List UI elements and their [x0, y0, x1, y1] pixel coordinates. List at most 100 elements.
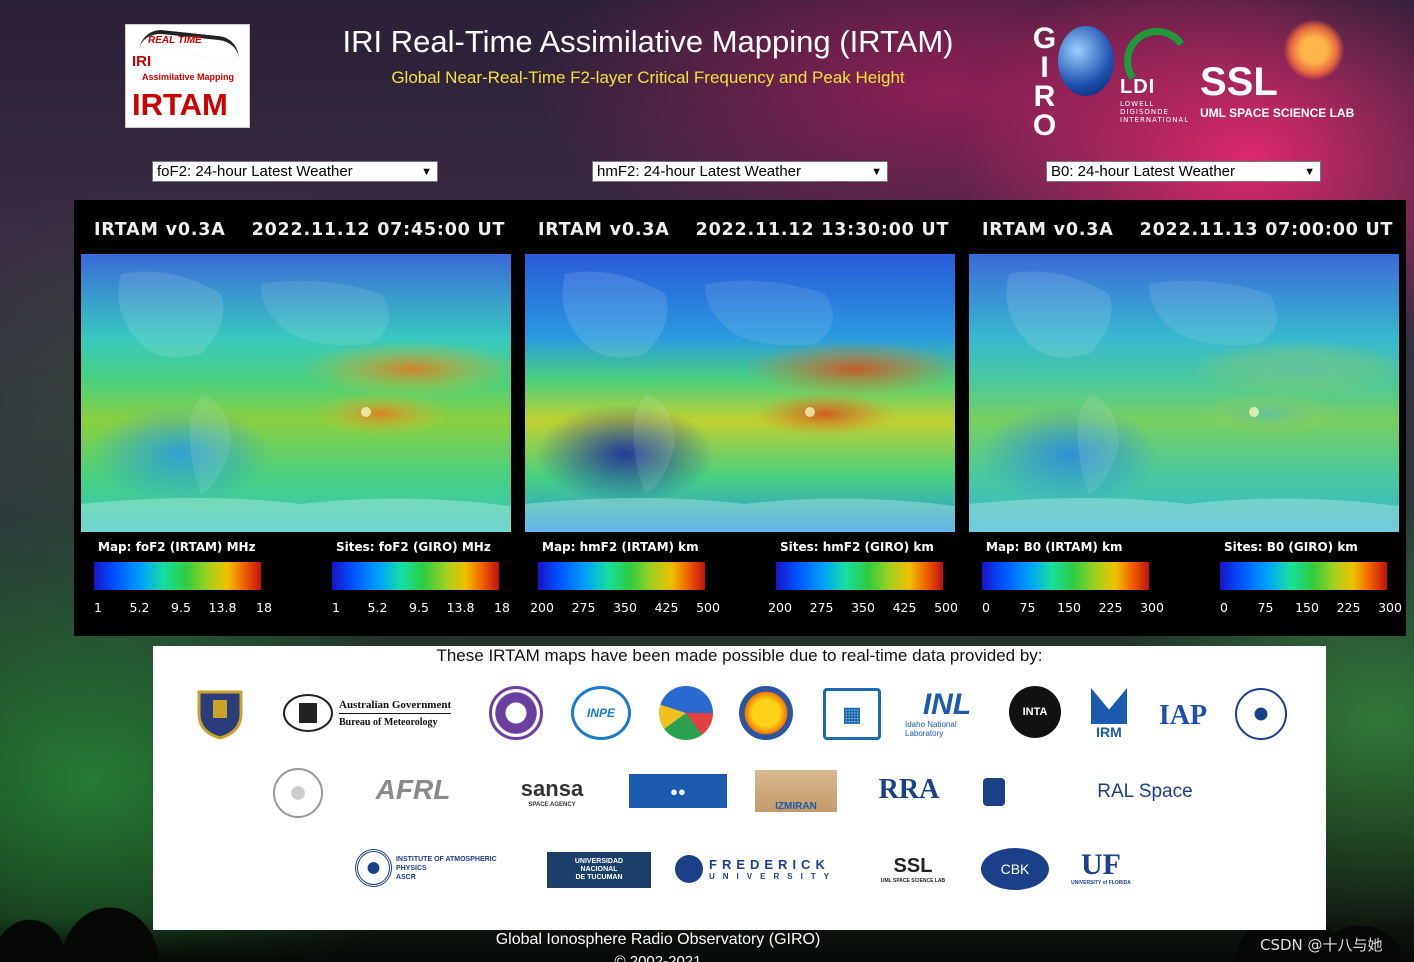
- afws-logo[interactable]: [193, 686, 247, 740]
- b0-select[interactable]: B0: 24-hour Latest Weather ▼: [1046, 161, 1321, 182]
- iap-ascr-logo[interactable]: INSTITUTE OF ATMOSPHERIC PHYSICS ASCR: [355, 848, 525, 888]
- footer-title: Global Ionosphere Radio Observatory (GIR…: [495, 931, 821, 948]
- tromso-university-logo[interactable]: [1235, 688, 1287, 740]
- ldi-logo-text: LDI: [1120, 76, 1156, 98]
- giro-logo-text: GIRO: [1028, 22, 1061, 138]
- colorbar-tick: 425: [892, 600, 917, 615]
- world-map-image: [81, 254, 511, 532]
- iap-logo[interactable]: IAP: [1153, 694, 1213, 738]
- colorbar-tick: 200: [530, 600, 554, 615]
- sun-observatory-logo[interactable]: [739, 686, 793, 740]
- hmf2-select-value: hmF2: 24-hour Latest Weather: [597, 163, 801, 180]
- rra-logo[interactable]: RRA: [863, 770, 955, 810]
- ssl-small-logo[interactable]: SSL UML SPACE SCIENCE LAB: [873, 846, 953, 892]
- ionosphere-map[interactable]: [525, 254, 955, 532]
- tucuman-line1: UNIVERSIDAD: [574, 858, 624, 865]
- colorbar-tick: 225: [1098, 600, 1123, 615]
- uf-logo[interactable]: UF UNIVERSITY of FLORIDA: [1071, 844, 1131, 892]
- frederick-university-logo[interactable]: FREDERICK UNIVERSITY: [675, 852, 851, 886]
- irm-logo[interactable]: IRM: [1087, 686, 1131, 742]
- izmiran-logo[interactable]: IZMIRAN: [755, 770, 837, 812]
- logo-real-time: REAL TIME: [148, 35, 202, 46]
- colorbar-tick: 1: [94, 600, 102, 615]
- afrl-logo[interactable]: AFRL: [353, 770, 473, 810]
- map-column-1: IRTAM v0.3A 2022.11.12 07:45:00 UT Map: fo…: [74, 200, 518, 636]
- colorbar-tick: 150: [1057, 600, 1081, 615]
- watermark: CSDN @十八与她: [1260, 936, 1383, 954]
- colorbar-tick: 9.5: [171, 600, 191, 615]
- map-column-2: IRTAM v0.3A 2022.11.12 13:30:00 UT Map: hm…: [518, 200, 962, 636]
- ldi-logo-subtext: LOWELL DIGISONDE INTERNATIONAL: [1120, 100, 1190, 124]
- ssl-small-text: SSL: [893, 854, 933, 877]
- ssl-logo[interactable]: SSL UML SPACE SCIENCE LAB: [1196, 20, 1356, 124]
- colorbar-tick: 350: [613, 600, 637, 615]
- map-panel: IRTAM v0.3A 2022.11.12 07:45:00 UT Map: fo…: [74, 200, 1406, 636]
- irtam-logo[interactable]: REAL TIME IRI Assimilative Mapping IRTAM: [125, 24, 250, 128]
- ral-space-logo[interactable]: RAL Space: [1083, 772, 1207, 812]
- giro-logo[interactable]: GIRO: [1028, 22, 1118, 138]
- iap-ascr-subtext: ASCR: [395, 873, 416, 881]
- map-colorbar: [538, 562, 705, 590]
- fof2-select-value: foF2: 24-hour Latest Weather: [157, 163, 353, 180]
- colorbar-tick: 500: [696, 600, 720, 615]
- colorbar-tick: 150: [1295, 600, 1319, 615]
- sansa-text: sansa: [520, 776, 584, 801]
- map-timestamp: 2022.11.12 07:45:00 UT: [251, 220, 506, 240]
- colorbar-tick: 350: [851, 600, 875, 615]
- irm-text: IRM: [1096, 724, 1122, 740]
- map-colorbar-label: Map: B0 (IRTAM) km: [986, 540, 1123, 554]
- map-version: IRTAM v0.3A: [538, 220, 670, 240]
- inpe-logo[interactable]: INPE: [571, 686, 631, 740]
- observatory-mark-icon: [983, 778, 1005, 806]
- colorbar-tick: 425: [654, 600, 679, 615]
- bom-line1: Australian Government: [339, 699, 452, 714]
- ionosphere-map[interactable]: [969, 254, 1399, 532]
- inta-logo[interactable]: INTA: [1009, 686, 1061, 738]
- globe-grid-logo[interactable]: [659, 686, 713, 740]
- uf-text: UF: [1081, 848, 1121, 881]
- sites-colorbar-label: Sites: B0 (GIRO) km: [1224, 540, 1358, 554]
- map-column-3: IRTAM v0.3A 2022.11.13 07:00:00 UT Map: B0…: [962, 200, 1406, 636]
- logo-irtam-text: IRTAM: [132, 87, 228, 122]
- sites-colorbar: [776, 562, 943, 590]
- ukraine-ionosphere-logo[interactable]: ●●: [629, 774, 727, 808]
- sites-colorbar: [1220, 562, 1387, 590]
- hmf2-select[interactable]: hmF2: 24-hour Latest Weather ▼: [592, 161, 888, 182]
- world-map-image: [525, 254, 955, 532]
- footer-copyright: © 2002-2021: [614, 953, 702, 962]
- b0-select-value: B0: 24-hour Latest Weather: [1051, 163, 1235, 180]
- map-header: IRTAM v0.3A 2022.11.12 07:45:00 UT: [94, 220, 505, 240]
- tucuman-line3: DE TUCUMAN: [575, 874, 623, 881]
- tucuman-line2: NACIONAL: [580, 866, 618, 873]
- inl-logo[interactable]: INL Idaho National Laboratory: [905, 686, 989, 742]
- frederick-line2: UNIVERSITY: [709, 872, 838, 881]
- fof2-select[interactable]: foF2: 24-hour Latest Weather ▼: [152, 161, 438, 182]
- iap-ascr-text: INSTITUTE OF ATMOSPHERIC PHYSICS: [395, 855, 497, 872]
- colorbar-tick: 13.8: [208, 600, 237, 615]
- chevron-down-icon: ▼: [1304, 166, 1315, 178]
- ionosphere-map[interactable]: [81, 254, 511, 532]
- logo-assimilative: Assimilative Mapping: [142, 72, 235, 82]
- map-header: IRTAM v0.3A 2022.11.12 13:30:00 UT: [538, 220, 949, 240]
- colorbar-tick: 1: [332, 600, 340, 615]
- cbk-logo[interactable]: CBK: [981, 848, 1049, 890]
- map-institute-logo[interactable]: ▦: [823, 688, 881, 740]
- swirl-logo[interactable]: [489, 686, 543, 740]
- map-colorbar: [94, 562, 261, 590]
- data-providers-panel: These IRTAM maps have been made possible…: [153, 646, 1326, 930]
- providers-intro: These IRTAM maps have been made possible…: [436, 646, 1043, 665]
- world-map-image: [969, 254, 1399, 532]
- map-timestamp: 2022.11.12 13:30:00 UT: [695, 220, 950, 240]
- ssl-logo-subtext: UML SPACE SCIENCE LAB: [1200, 106, 1355, 120]
- coat-of-arms-icon: [283, 694, 333, 732]
- tucuman-university-logo[interactable]: UNIVERSIDAD NACIONAL DE TUCUMAN: [547, 852, 651, 888]
- logo-iri: IRI: [132, 53, 152, 70]
- sansa-logo[interactable]: sansa SPACE AGENCY: [497, 770, 607, 814]
- observatory-ebre-logo[interactable]: [983, 770, 1059, 814]
- university-seal-logo[interactable]: [273, 768, 323, 818]
- inl-text: INL: [922, 688, 972, 721]
- colorbar-tick: 0: [1220, 600, 1228, 615]
- irm-mark-icon: [1091, 688, 1127, 724]
- bom-logo[interactable]: Australian Government Bureau of Meteorol…: [281, 688, 461, 738]
- ldi-logo[interactable]: LDI LOWELL DIGISONDE INTERNATIONAL: [1118, 22, 1196, 124]
